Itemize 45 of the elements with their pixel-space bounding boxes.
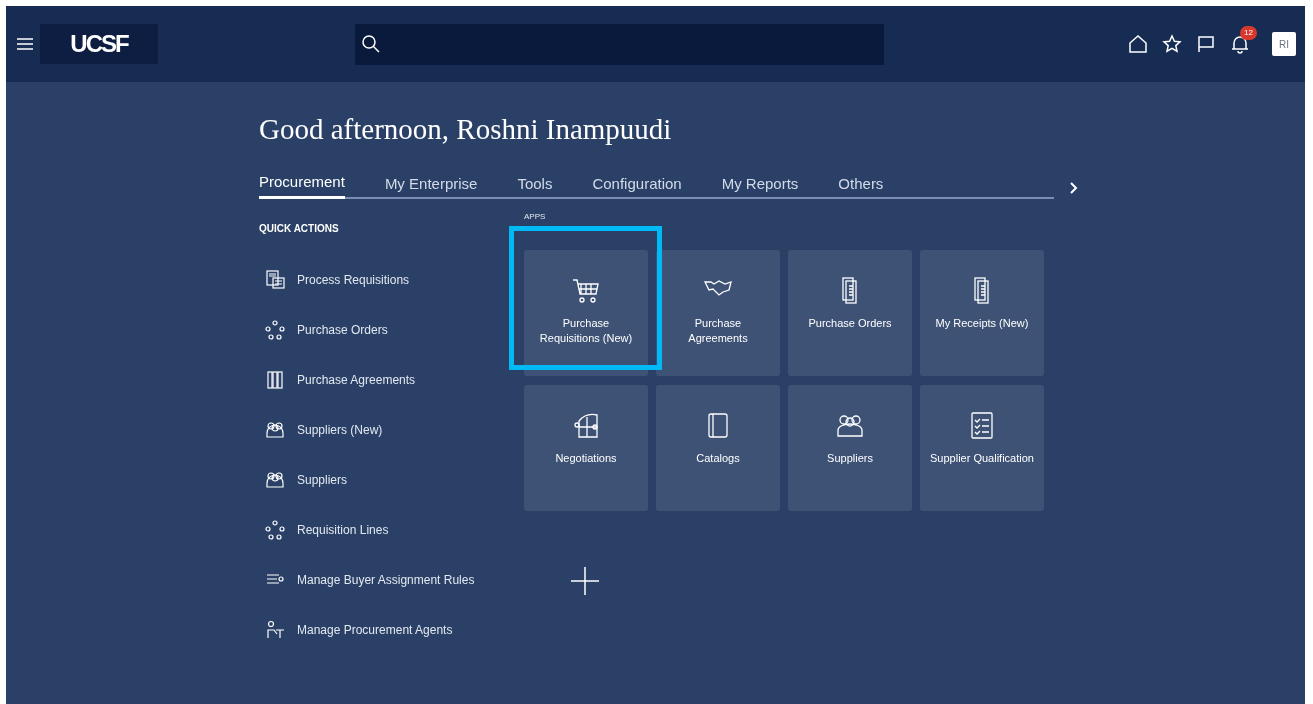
cycle-icon [265, 520, 285, 540]
greeting: Good afternoon, Roshni Inampuudi [259, 112, 673, 147]
binders-icon [265, 370, 285, 390]
people-icon [265, 470, 285, 490]
quick-action-link[interactable]: Manage Buyer Assignment Rules [297, 571, 475, 589]
cycle-icon [265, 320, 285, 340]
quick-action-link[interactable]: Suppliers [297, 471, 348, 489]
app-tile[interactable]: Purchase Agreements [656, 250, 780, 376]
quick-action-link[interactable]: Manage Procurement Agents [297, 621, 453, 639]
quick-action-link[interactable]: Suppliers (New) [297, 421, 383, 439]
avatar-button[interactable]: RI [1272, 32, 1296, 56]
flag-icon[interactable] [1196, 34, 1216, 54]
menu-icon[interactable] [16, 35, 34, 53]
app-tile[interactable]: Purchase Orders [788, 250, 912, 376]
star-icon[interactable] [1162, 34, 1182, 54]
quick-action-link[interactable]: Purchase Agreements [297, 371, 416, 389]
app-tile[interactable]: Negotiations [524, 385, 648, 511]
section-heading: APPS [524, 212, 547, 222]
app-tile[interactable]: Purchase Requisitions (New) [524, 250, 648, 376]
chevron-right-icon[interactable] [1068, 181, 1080, 195]
logo[interactable]: UCSF [70, 26, 128, 62]
bell-icon[interactable] [1230, 34, 1250, 54]
tab[interactable]: Others [838, 173, 884, 199]
notification-badge: 12 [1240, 26, 1257, 40]
tab[interactable]: Procurement [259, 173, 345, 199]
app-tile[interactable]: Suppliers [788, 385, 912, 511]
tab[interactable]: Tools [517, 173, 553, 199]
search-field[interactable] [355, 23, 884, 65]
search-icon [361, 34, 381, 54]
people-icon [265, 420, 285, 440]
app-tile[interactable]: Supplier Qualification [920, 385, 1044, 511]
app-tile[interactable]: Catalogs [656, 385, 780, 511]
tab[interactable]: Configuration [592, 173, 682, 199]
quick-action-link[interactable]: Requisition Lines [297, 521, 389, 539]
tab[interactable]: My Reports [721, 173, 799, 199]
document-icon [265, 270, 285, 290]
app-tile[interactable]: My Receipts (New) [920, 250, 1044, 376]
section-heading: QUICK ACTIONS [259, 222, 340, 235]
home-icon[interactable] [1128, 34, 1148, 54]
quick-action-link[interactable]: Purchase Orders [297, 321, 388, 339]
person-desk-icon [265, 620, 285, 640]
add-icon[interactable] [570, 566, 600, 596]
cart-icon [571, 276, 601, 306]
tab[interactable]: My Enterprise [384, 173, 478, 199]
quick-action-link[interactable]: Process Requisitions [297, 271, 410, 289]
